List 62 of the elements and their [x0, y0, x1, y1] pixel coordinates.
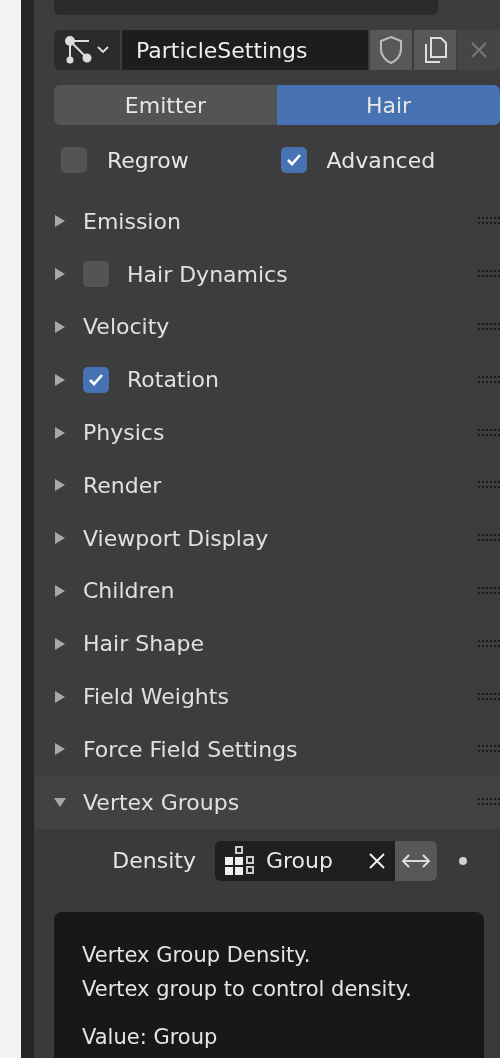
triangle-right-icon [53, 425, 67, 440]
panel-header[interactable]: Hair Shape [34, 617, 500, 671]
shield-icon [378, 35, 404, 65]
panel-header[interactable]: Physics [34, 406, 500, 459]
panel-header[interactable]: Velocity [34, 300, 500, 354]
triangle-right-icon [53, 372, 67, 387]
tooltip-description: Vertex group to control density. [82, 976, 413, 1003]
panel-header[interactable]: Emission [34, 195, 500, 248]
checkbox[interactable] [83, 366, 109, 393]
triangle-right-icon [53, 689, 67, 704]
datablock-name-field[interactable]: ParticleSettings [122, 30, 368, 70]
drag-grip-icon[interactable] [478, 480, 500, 491]
panel-header[interactable]: Rotation [34, 353, 500, 407]
option-label: Regrow [107, 147, 189, 173]
checkmark-icon [88, 372, 104, 387]
triangle-right-icon [53, 478, 67, 493]
panel-header[interactable]: Render [34, 459, 500, 512]
panel-header[interactable]: Force Field Settings [34, 722, 500, 776]
type-tab[interactable]: Emitter [54, 85, 277, 125]
tooltip-value: Value: Group [82, 1024, 219, 1051]
invert-button[interactable] [395, 840, 437, 881]
chevron-down-icon [97, 46, 109, 54]
clear-button[interactable] [367, 850, 387, 871]
particles-icon [65, 36, 93, 64]
drag-grip-icon[interactable] [478, 585, 500, 596]
triangle-right-icon [53, 742, 67, 757]
drag-grip-icon[interactable] [478, 269, 500, 280]
fake-user-button[interactable] [370, 30, 412, 70]
drag-grip-icon[interactable] [478, 691, 500, 702]
drag-grip-icon[interactable] [478, 322, 500, 332]
checkmark-icon [285, 153, 302, 167]
panel-header[interactable]: Vertex Groups [34, 775, 500, 829]
drag-grip-icon[interactable] [478, 216, 500, 227]
panel-header[interactable]: Children [34, 564, 500, 618]
triangle-right-icon [53, 636, 67, 651]
vertex-group-icon [225, 846, 254, 876]
drag-grip-icon[interactable] [478, 638, 500, 649]
vertex-group-field[interactable]: Group [215, 840, 395, 881]
drag-grip-icon[interactable] [478, 744, 500, 755]
triangle-right-icon [53, 320, 67, 334]
duplicate-button[interactable] [414, 30, 456, 70]
option-label: Advanced [326, 147, 436, 173]
close-icon [367, 850, 387, 871]
drag-grip-icon[interactable] [478, 797, 500, 808]
panel-header[interactable]: Viewport Display [34, 511, 500, 565]
triangle-right-icon [53, 531, 67, 546]
double-arrow-icon [401, 852, 431, 869]
close-icon [469, 40, 489, 60]
drag-grip-icon[interactable] [478, 427, 500, 438]
type-tab[interactable]: Hair [277, 85, 500, 125]
triangle-right-icon [53, 214, 67, 229]
field-label: Density [111, 848, 197, 874]
particle-type-dropdown[interactable] [54, 30, 120, 70]
tooltip-title: Vertex Group Density. [82, 942, 312, 969]
drag-grip-icon[interactable] [478, 533, 500, 544]
animate-dot-icon[interactable] [459, 856, 467, 865]
panel-header[interactable]: Field Weights [34, 670, 500, 723]
drag-grip-icon[interactable] [478, 374, 500, 385]
triangle-right-icon [53, 583, 67, 598]
panel-header[interactable]: Hair Dynamics [34, 247, 500, 301]
checkbox[interactable] [280, 147, 307, 173]
triangle-right-icon [53, 267, 67, 282]
